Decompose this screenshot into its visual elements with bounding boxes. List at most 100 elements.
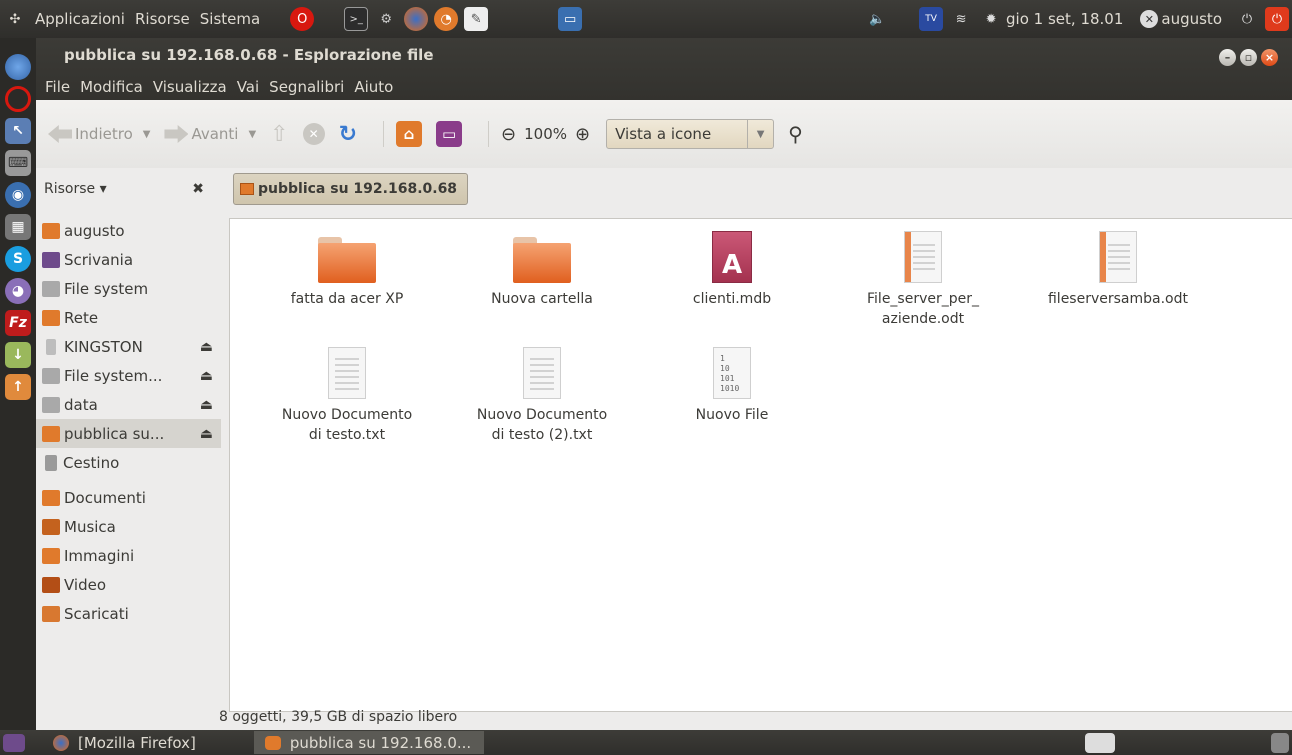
- eject-icon[interactable]: ⏏: [200, 426, 213, 442]
- sidebar-item-documenti[interactable]: Documenti: [36, 483, 221, 512]
- computer-button[interactable]: ▭: [436, 121, 463, 147]
- file-item-binary[interactable]: 1 10 101 1010 Nuovo File: [647, 347, 817, 425]
- breadcrumb[interactable]: pubblica su 192.168.0.68: [233, 173, 469, 205]
- menubar: File Modifica Visualizza Vai Segnalibri …: [40, 78, 398, 96]
- file-view[interactable]: fatta da acer XP Nuova cartella A client…: [229, 218, 1292, 712]
- upload-folder-icon[interactable]: ↑: [5, 374, 31, 400]
- file-item-odt[interactable]: File_server_per_ aziende.odt: [838, 231, 1008, 329]
- menu-applicazioni[interactable]: Applicazioni: [30, 10, 130, 28]
- show-desktop-icon[interactable]: [3, 733, 25, 752]
- file-item-txt[interactable]: Nuovo Documento di testo.txt: [262, 347, 432, 445]
- opera-icon[interactable]: [5, 86, 31, 112]
- drive-icon: [42, 367, 60, 384]
- drive-icon: [42, 280, 60, 297]
- keyboard-icon[interactable]: ⌨: [5, 150, 31, 176]
- user-name[interactable]: augusto: [1161, 10, 1222, 28]
- text-document-icon: [523, 347, 561, 399]
- sidebar-item-label: data: [64, 395, 98, 414]
- back-arrow-icon: [48, 125, 72, 143]
- close-button[interactable]: ×: [1261, 49, 1278, 66]
- sidebar-item-cestino[interactable]: Cestino: [36, 448, 221, 477]
- sidebar-item-file-system-2[interactable]: File system... ⏏: [36, 361, 221, 390]
- sidebar-item-label: File system: [64, 279, 149, 298]
- ubuntu-logo-icon[interactable]: ✣: [3, 7, 27, 31]
- volume-icon[interactable]: 🔈: [865, 7, 889, 31]
- sidebar-item-musica[interactable]: Musica: [36, 512, 221, 541]
- sidebar-selector[interactable]: Risorse ▾: [44, 181, 107, 197]
- eject-icon[interactable]: ⏏: [200, 368, 213, 384]
- sidebar-item-kingston[interactable]: KINGSTON ⏏: [36, 332, 221, 361]
- workspace-switcher-icon[interactable]: [1085, 732, 1115, 753]
- sidebar-item-scaricati[interactable]: Scaricati: [36, 599, 221, 628]
- download-folder-icon[interactable]: ↓: [5, 342, 31, 368]
- tv-icon[interactable]: TV: [919, 7, 944, 31]
- sidebar-item-immagini[interactable]: Immagini: [36, 541, 221, 570]
- screenshot-icon[interactable]: ↖: [5, 118, 31, 144]
- titlebar[interactable]: pubblica su 192.168.0.68 - Esplorazione …: [36, 38, 1292, 100]
- forward-button[interactable]: Avanti ▼: [164, 125, 256, 143]
- menu-visualizza[interactable]: Visualizza: [148, 78, 232, 96]
- firefox-icon[interactable]: [404, 7, 429, 31]
- file-item-folder[interactable]: Nuova cartella: [457, 237, 627, 309]
- menu-segnalibri[interactable]: Segnalibri: [264, 78, 349, 96]
- file-item-odt[interactable]: fileserversamba.odt: [1033, 231, 1203, 309]
- zoom-in-icon[interactable]: ⊕: [575, 124, 590, 145]
- sidebar-item-augusto[interactable]: augusto: [36, 216, 221, 245]
- sidebar-item-file-system[interactable]: File system: [36, 274, 221, 303]
- maximize-button[interactable]: ▫: [1240, 49, 1257, 66]
- sidebar-item-data[interactable]: data ⏏: [36, 390, 221, 419]
- zoom-level[interactable]: 100%: [524, 125, 567, 143]
- thunderbird-icon[interactable]: ◔: [434, 7, 459, 31]
- file-item-txt[interactable]: Nuovo Documento di testo (2).txt: [457, 347, 627, 445]
- menu-aiuto[interactable]: Aiuto: [349, 78, 398, 96]
- sidebar-item-pubblica[interactable]: pubblica su... ⏏: [36, 419, 221, 448]
- trash-icon[interactable]: [1271, 732, 1289, 753]
- reload-button[interactable]: ↻: [339, 122, 357, 147]
- reload-icon: ↻: [338, 121, 358, 147]
- text-editor-icon[interactable]: ✎: [464, 7, 489, 31]
- power-icon[interactable]: ⏻: [1235, 7, 1259, 31]
- shutdown-icon[interactable]: ⏻: [1265, 7, 1289, 31]
- menu-sistema[interactable]: Sistema: [195, 10, 265, 28]
- weather-sun-icon[interactable]: ✹: [979, 7, 1003, 31]
- sidebar-item-scrivania[interactable]: Scrivania: [36, 245, 221, 274]
- stop-button[interactable]: ✕: [302, 123, 325, 145]
- menu-file[interactable]: File: [40, 78, 75, 96]
- wifi-icon[interactable]: ≋: [949, 7, 973, 31]
- menu-vai[interactable]: Vai: [232, 78, 264, 96]
- view-mode-select[interactable]: Vista a icone ▼: [606, 119, 775, 149]
- menu-risorse[interactable]: Risorse: [130, 10, 195, 28]
- taskbar-item-file-manager[interactable]: pubblica su 192.168.0...: [253, 731, 484, 754]
- eye-icon[interactable]: ◉: [5, 182, 31, 208]
- forward-dropdown-icon[interactable]: ▼: [248, 129, 256, 140]
- chromium-icon[interactable]: [5, 54, 31, 80]
- settings-icon[interactable]: ⚙: [374, 7, 398, 31]
- up-button[interactable]: ⇧: [270, 122, 288, 147]
- back-button[interactable]: Indietro ▼: [48, 125, 150, 143]
- back-dropdown-icon[interactable]: ▼: [143, 129, 151, 140]
- search-icon[interactable]: ⚲: [788, 122, 803, 146]
- home-button[interactable]: ⌂: [396, 121, 423, 147]
- file-name: File_server_per_ aziende.odt: [867, 291, 979, 327]
- eject-icon[interactable]: ⏏: [200, 397, 213, 413]
- pidgin-icon[interactable]: ◕: [5, 278, 31, 304]
- sidebar-item-video[interactable]: Video: [36, 570, 221, 599]
- taskbar-item-firefox[interactable]: [Mozilla Firefox]: [42, 731, 204, 754]
- file-item-mdb[interactable]: A clienti.mdb: [647, 231, 817, 309]
- zoom-out-icon[interactable]: ⊖: [501, 124, 516, 145]
- filezilla-icon[interactable]: Fz: [5, 310, 31, 336]
- sidebar-item-rete[interactable]: Rete: [36, 303, 221, 332]
- terminal-icon[interactable]: >_: [344, 7, 369, 31]
- eject-icon[interactable]: ⏏: [200, 339, 213, 355]
- close-sidebar-icon[interactable]: ✖: [192, 181, 204, 197]
- file-item-folder[interactable]: fatta da acer XP: [262, 237, 432, 309]
- calculator-icon[interactable]: ▦: [5, 214, 31, 240]
- opera-icon[interactable]: O: [290, 7, 315, 31]
- skype-icon[interactable]: S: [5, 246, 31, 272]
- sidebar-item-label: Cestino: [63, 453, 120, 472]
- user-status-icon[interactable]: ✕: [1140, 10, 1159, 28]
- network-manager-icon[interactable]: ▭: [558, 7, 583, 31]
- minimize-button[interactable]: –: [1219, 49, 1236, 66]
- menu-modifica[interactable]: Modifica: [75, 78, 148, 96]
- clock[interactable]: gio 1 set, 18.01: [1006, 10, 1123, 28]
